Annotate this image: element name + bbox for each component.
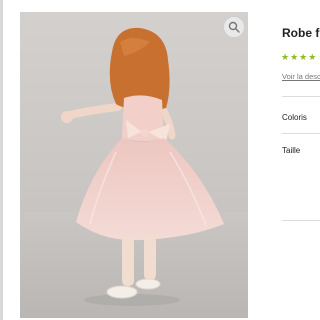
zoom-button[interactable] (223, 16, 245, 38)
product-title: Robe f (282, 26, 320, 40)
product-main-image[interactable] (20, 12, 248, 318)
girl-in-pink-dress-illustration (20, 27, 248, 318)
rating-stars[interactable]: ★★★★ (281, 52, 317, 63)
divider (282, 133, 320, 134)
divider (282, 220, 320, 221)
see-description-link[interactable]: Voir la desc (282, 72, 320, 81)
size-label: Taille (282, 146, 301, 155)
magnifier-icon (228, 21, 240, 33)
color-label: Coloris (282, 113, 307, 122)
page-left-border (0, 0, 3, 320)
divider (282, 96, 320, 97)
